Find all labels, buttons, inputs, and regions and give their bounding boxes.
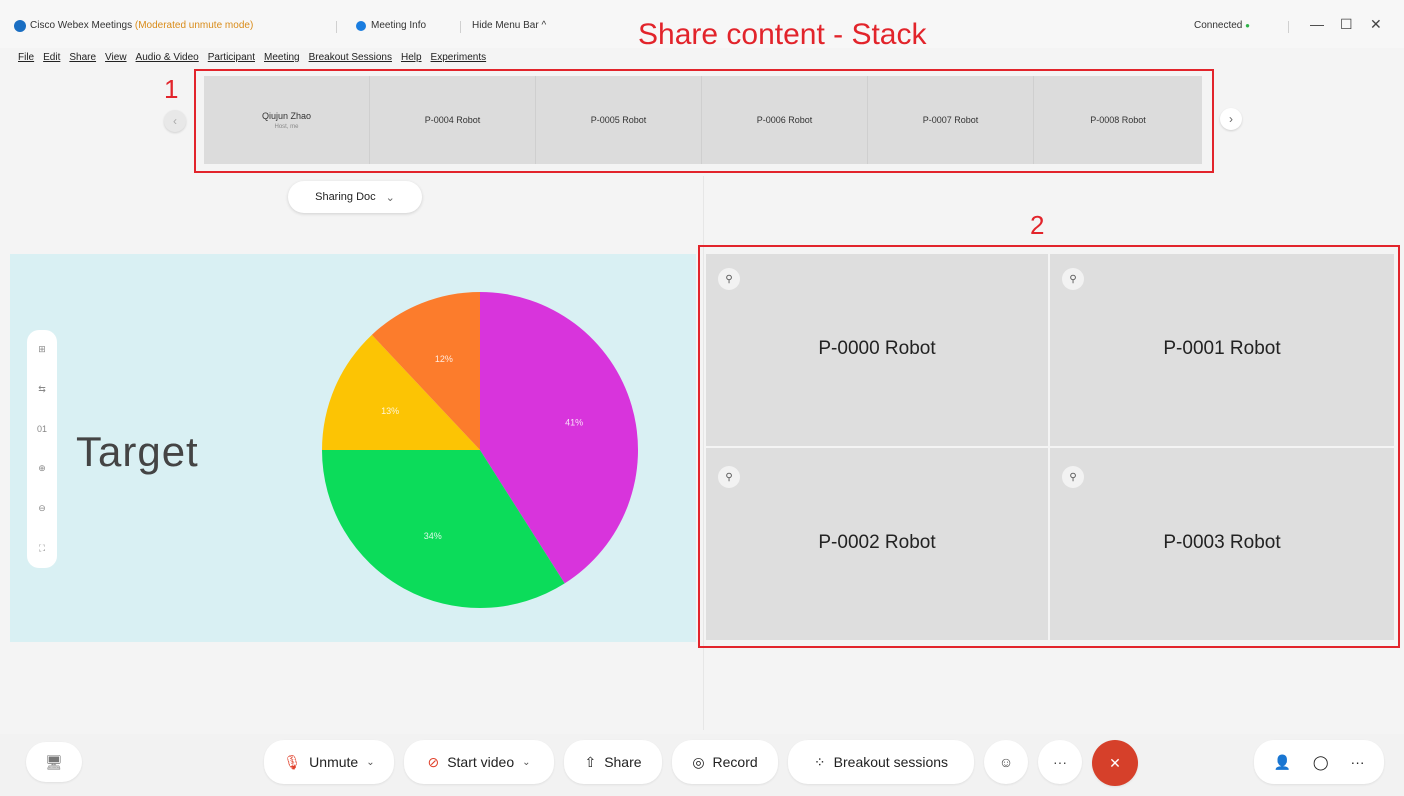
menu-help[interactable]: Help [401, 52, 422, 63]
annotation-box-2 [698, 245, 1400, 648]
unmute-label: Unmute [309, 754, 359, 770]
record-button[interactable]: ◎ Record [672, 740, 778, 784]
device-settings-button[interactable]: 🖥 [26, 742, 82, 782]
more-icon: ··· [1053, 754, 1067, 770]
filmstrip-prev-button[interactable]: ‹ [164, 110, 186, 132]
menu-participant[interactable]: Participant [208, 52, 255, 63]
chat-icon[interactable]: ◯ [1313, 754, 1329, 771]
meeting-info-button[interactable]: Meeting Info [356, 20, 426, 31]
chevron-up-icon: ^ [541, 20, 547, 31]
zoom-toolbar: ⊞ ⇆ 01 ⊕ ⊖ ⛶ [27, 330, 57, 568]
emoji-icon: ☺ [998, 754, 1014, 770]
record-icon: ◎ [692, 753, 705, 770]
hide-menu-bar-button[interactable]: Hide Menu Bar ^ [472, 20, 546, 31]
menu-file[interactable]: File [18, 52, 34, 63]
breakout-label: Breakout sessions [833, 754, 949, 770]
mode-label: (Moderated unmute mode) [134, 20, 254, 31]
pie-slice-label: 13% [381, 406, 399, 416]
annotation-box-1 [194, 69, 1214, 173]
swap-icon[interactable]: ⇆ [27, 384, 57, 395]
pie-slice-label: 12% [435, 354, 453, 364]
chevron-down-icon: ⌄ [385, 191, 395, 204]
menu-breakout-sessions[interactable]: Breakout Sessions [309, 52, 392, 63]
status-dot-icon: ● [1245, 21, 1250, 30]
leave-meeting-button[interactable]: ✕ [1092, 740, 1138, 786]
pie-slice-label: 34% [424, 531, 442, 541]
pie-chart: 41% 34% 13% 12% [322, 292, 638, 608]
close-window-button[interactable]: ✕ [1370, 16, 1382, 33]
start-video-label: Start video [447, 754, 515, 770]
app-name: Cisco Webex Meetings [30, 20, 133, 31]
menu-experiments[interactable]: Experiments [431, 52, 487, 63]
hide-menu-label: Hide Menu Bar [472, 20, 539, 31]
right-panel-controls: 👤 ◯ ··· [1254, 740, 1384, 784]
record-label: Record [712, 754, 758, 770]
menu-bar: File Edit Share View Audio & Video Parti… [18, 52, 486, 63]
microphone-muted-icon: 🎙 [283, 753, 302, 770]
breakout-icon: ⁘ [813, 753, 826, 770]
minimize-button[interactable]: — [1310, 16, 1324, 32]
more-icon[interactable]: ··· [1351, 754, 1365, 770]
app-title: Cisco Webex Meetings (Moderated unmute m… [30, 20, 253, 31]
zoom-in-icon[interactable]: ⊕ [27, 463, 57, 474]
separator [460, 21, 461, 33]
reactions-button[interactable]: ☺ [984, 740, 1028, 784]
share-button[interactable]: ⇧ Share [564, 740, 662, 784]
device-icon: 🖥 [45, 753, 63, 770]
fit-screen-icon[interactable]: ⛶ [27, 543, 57, 554]
annotation-label-2: 2 [1030, 210, 1045, 240]
menu-audio-video[interactable]: Audio & Video [136, 52, 199, 63]
filmstrip-next-button[interactable]: › [1220, 108, 1242, 130]
start-video-button[interactable]: ⊘ Start video ⌄ [404, 740, 554, 784]
more-options-button[interactable]: ··· [1038, 740, 1082, 784]
annotation-title: Share content - Stack [638, 18, 927, 51]
chevron-down-icon[interactable]: ⌄ [522, 757, 530, 768]
grid-view-icon[interactable]: ⊞ [27, 344, 57, 355]
sharing-doc-label: Sharing Doc [315, 191, 376, 203]
menu-meeting[interactable]: Meeting [264, 52, 300, 63]
meeting-info-label: Meeting Info [371, 20, 427, 31]
share-label: Share [604, 754, 642, 770]
annotation-label-1: 1 [164, 74, 179, 104]
sharing-doc-dropdown[interactable]: Sharing Doc ⌄ [288, 181, 422, 213]
maximize-button[interactable]: ☐ [1340, 16, 1353, 33]
slide-target-text: Target [76, 428, 199, 475]
zoom-out-icon[interactable]: ⊖ [27, 503, 57, 514]
menu-share[interactable]: Share [69, 52, 96, 63]
video-off-icon: ⊘ [427, 753, 440, 770]
share-icon: ⇧ [584, 753, 597, 770]
status-label: Connected [1194, 20, 1243, 31]
page-number: 01 [36, 424, 47, 435]
chevron-left-icon: ‹ [173, 114, 177, 128]
close-icon: ✕ [1109, 754, 1121, 771]
pie-slice-label: 41% [565, 418, 583, 428]
separator [1288, 21, 1289, 33]
participants-icon[interactable]: 👤 [1273, 754, 1290, 771]
webex-logo-icon [14, 20, 26, 32]
chevron-down-icon[interactable]: ⌄ [366, 757, 374, 768]
chevron-right-icon: › [1229, 112, 1233, 126]
unmute-button[interactable]: 🎙 Unmute ⌄ [264, 740, 394, 784]
menu-edit[interactable]: Edit [43, 52, 60, 63]
info-icon [356, 20, 366, 31]
separator [336, 21, 337, 33]
connection-status: Connected ● [1194, 20, 1250, 31]
menu-view[interactable]: View [105, 52, 127, 63]
breakout-sessions-button[interactable]: ⁘ Breakout sessions [788, 740, 974, 784]
